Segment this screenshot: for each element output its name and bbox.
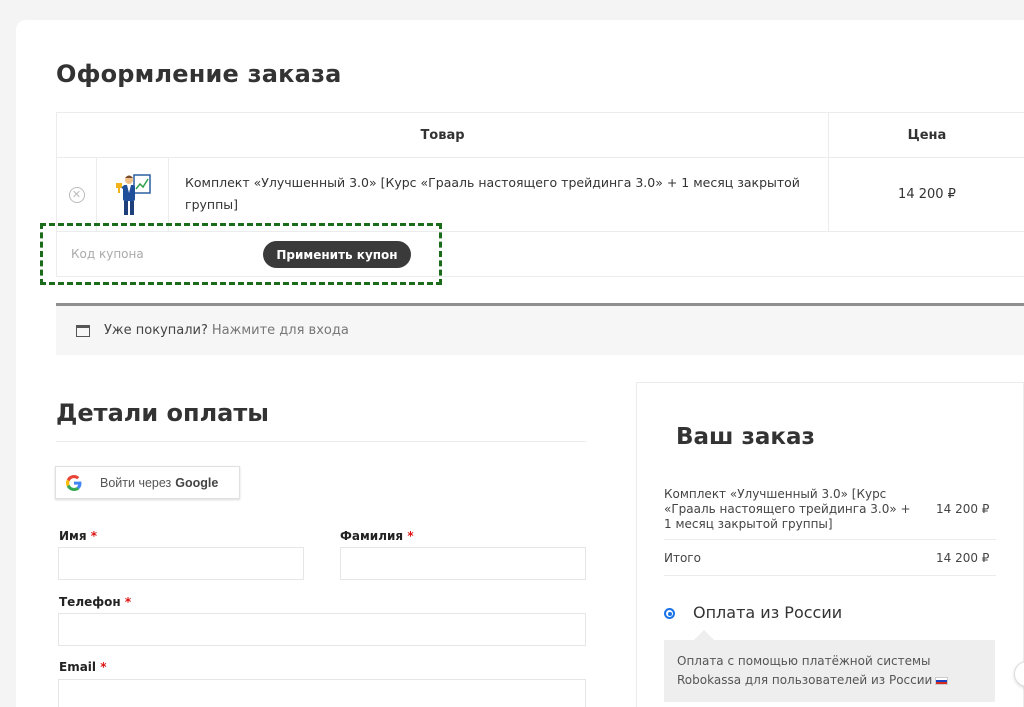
first-name-label: Имя * — [59, 529, 97, 543]
billing-title: Детали оплаты — [56, 399, 269, 427]
coupon-input[interactable] — [65, 239, 255, 269]
apply-coupon-button[interactable]: Применить купон — [263, 241, 411, 268]
column-header-product: Товар — [57, 113, 829, 158]
russia-flag-icon — [935, 676, 949, 685]
phone-label-text: Телефон — [59, 595, 121, 609]
billing-divider — [56, 441, 586, 442]
last-name-field[interactable] — [340, 547, 586, 580]
window-icon — [76, 324, 90, 337]
email-field[interactable] — [58, 679, 586, 707]
first-name-field[interactable] — [58, 547, 304, 580]
login-notice: Уже покупали? Нажмите для входа — [56, 303, 1024, 355]
google-icon — [66, 474, 82, 491]
product-thumbnail[interactable] — [97, 158, 169, 231]
close-circle-icon[interactable]: ✕ — [68, 186, 85, 203]
required-mark: * — [407, 529, 414, 543]
column-header-price: Цена — [829, 113, 1024, 158]
phone-label: Телефон * — [59, 595, 131, 609]
last-name-label-text: Фамилия — [340, 529, 404, 543]
order-item-name: Комплект «Улучшенный 3.0» [Курс «Грааль … — [664, 487, 911, 531]
google-login-button[interactable]: Войти через Google — [55, 466, 240, 499]
required-mark: * — [90, 529, 98, 543]
payment-description-box: Оплата с помощью платёжной системы Robok… — [664, 630, 995, 702]
email-label-text: Email — [59, 660, 97, 674]
order-divider — [664, 575, 996, 576]
required-mark: * — [124, 595, 132, 609]
order-total-value: 14 200 ₽ — [936, 551, 990, 565]
payment-method-label[interactable]: Оплата из России — [693, 603, 842, 622]
cart-table: Товар Цена ✕ Комплект «Улучшенный 3.0» [… — [56, 112, 1024, 277]
row-divider — [57, 231, 1024, 232]
order-divider — [664, 539, 996, 540]
required-mark: * — [100, 660, 107, 674]
phone-field[interactable] — [58, 613, 586, 646]
order-total-label: Итого — [664, 551, 701, 565]
product-price: 14 200 ₽ — [898, 187, 956, 202]
product-name-link[interactable]: Комплект «Улучшенный 3.0» [Курс «Грааль … — [169, 158, 829, 231]
first-name-label-text: Имя — [59, 529, 87, 543]
google-login-brand: Google — [175, 475, 219, 490]
login-link[interactable]: Нажмите для входа — [212, 323, 349, 338]
last-name-label: Фамилия * — [340, 529, 414, 543]
remove-cell: ✕ — [57, 158, 97, 231]
payment-radio[interactable] — [664, 608, 675, 619]
order-item-price: 14 200 ₽ — [936, 502, 990, 516]
login-question: Уже покупали? — [104, 323, 208, 338]
page-title: Оформление заказа — [56, 60, 342, 88]
payment-description: Оплата с помощью платёжной системы Robok… — [677, 654, 933, 687]
google-login-text: Войти через — [100, 475, 172, 490]
email-label: Email * — [59, 660, 107, 674]
trader-figure-icon — [115, 173, 151, 215]
order-title: Ваш заказ — [676, 424, 815, 450]
